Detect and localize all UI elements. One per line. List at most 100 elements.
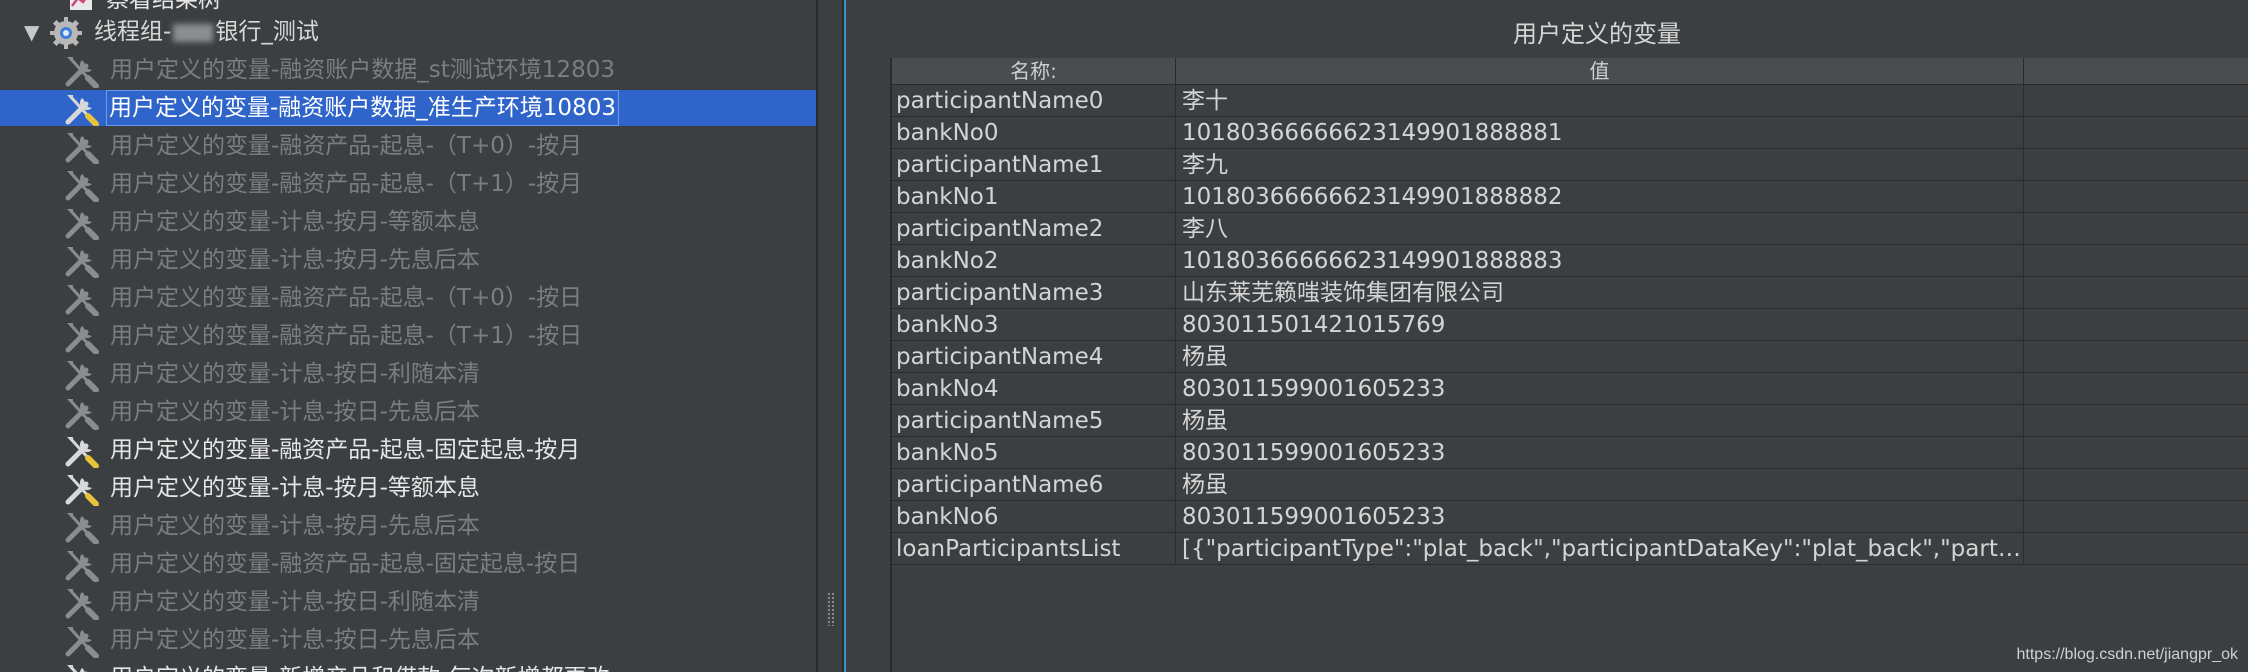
group-label-suffix: 银行_测试 bbox=[215, 19, 319, 45]
cell-extra[interactable] bbox=[2024, 309, 2248, 341]
table-row[interactable]: participantName2 李八 bbox=[892, 213, 2248, 245]
cell-extra[interactable] bbox=[2024, 213, 2248, 245]
tree-item-config[interactable]: 用户定义的变量-融资产品-起息-固定起息-按月 bbox=[0, 432, 816, 469]
cell-value[interactable]: 803011501421015769 bbox=[1176, 309, 2024, 341]
cell-extra[interactable] bbox=[2024, 501, 2248, 533]
redacted-mask bbox=[173, 23, 214, 42]
cell-extra[interactable] bbox=[2024, 533, 2248, 565]
tree-item-config[interactable]: 用户定义的变量-融资产品-起息-（T+0）-按月 bbox=[0, 128, 816, 165]
cell-name[interactable]: participantName1 bbox=[892, 149, 1176, 181]
cell-value[interactable]: 10180366666623149901888881 bbox=[1176, 117, 2024, 149]
table-row[interactable]: bankNo6 803011599001605233 bbox=[892, 501, 2248, 533]
tree-item-config[interactable]: 用户定义的变量-计息-按日-利随本清 bbox=[0, 584, 816, 621]
group-label-prefix: 线程组- bbox=[94, 19, 172, 45]
wrench-screwdriver-icon bbox=[64, 510, 100, 545]
tree-item-config[interactable]: 用户定义的变量-计息-按日-先息后本 bbox=[0, 622, 816, 659]
cell-extra[interactable] bbox=[2024, 181, 2248, 213]
drag-handle-icon[interactable] bbox=[827, 592, 835, 626]
cell-name[interactable]: bankNo0 bbox=[892, 117, 1176, 149]
table-row[interactable]: bankNo0 10180366666623149901888881 bbox=[892, 117, 2248, 149]
column-header-extra[interactable] bbox=[2024, 58, 2248, 84]
tree-item-config[interactable]: 用户定义的变量-新增产品和借款-每次新增都更改 bbox=[0, 660, 816, 672]
wrench-screwdriver-icon bbox=[64, 472, 100, 507]
cell-extra[interactable] bbox=[2024, 149, 2248, 181]
column-header-name[interactable]: 名称: bbox=[892, 58, 1176, 84]
cell-name[interactable]: bankNo6 bbox=[892, 501, 1176, 533]
cell-value[interactable]: 杨虽 bbox=[1176, 469, 2024, 501]
tree-item-config[interactable]: 用户定义的变量-计息-按日-先息后本 bbox=[0, 394, 816, 431]
cell-name[interactable]: bankNo2 bbox=[892, 245, 1176, 277]
cell-name[interactable]: participantName2 bbox=[892, 213, 1176, 245]
column-header-value[interactable]: 值 bbox=[1176, 58, 2024, 84]
tree-item-config[interactable]: 用户定义的变量-计息-按月-先息后本 bbox=[0, 508, 816, 545]
table-row[interactable]: participantName6 杨虽 bbox=[892, 469, 2248, 501]
cell-value[interactable]: 10180366666623149901888882 bbox=[1176, 181, 2024, 213]
table-row[interactable]: bankNo1 10180366666623149901888882 bbox=[892, 181, 2248, 213]
tree-item-label: 用户定义的变量-融资账户数据_准生产环境10803 bbox=[106, 90, 619, 126]
cell-name[interactable]: bankNo1 bbox=[892, 181, 1176, 213]
tree-item-config[interactable]: 用户定义的变量-融资账户数据_st测试环境12803 bbox=[0, 52, 816, 89]
test-plan-tree: 察看结果树 ▼ 线程组- 银行_测试 用户定义的变量-融资账户数据_st测试环境… bbox=[0, 0, 816, 672]
table-row[interactable]: participantName0 李十 bbox=[892, 85, 2248, 117]
cell-name[interactable]: participantName3 bbox=[892, 277, 1176, 309]
tree-item-config[interactable]: 用户定义的变量-融资产品-起息-固定起息-按日 bbox=[0, 546, 816, 583]
wrench-screwdriver-icon bbox=[64, 168, 100, 203]
cell-value[interactable]: 李八 bbox=[1176, 213, 2024, 245]
cell-extra[interactable] bbox=[2024, 373, 2248, 405]
cell-name[interactable]: bankNo4 bbox=[892, 373, 1176, 405]
cell-extra[interactable] bbox=[2024, 277, 2248, 309]
cell-extra[interactable] bbox=[2024, 341, 2248, 373]
table-row[interactable]: participantName4 杨虽 bbox=[892, 341, 2248, 373]
cell-extra[interactable] bbox=[2024, 469, 2248, 501]
tree-item-config[interactable]: 用户定义的变量-融资账户数据_准生产环境10803 bbox=[0, 90, 816, 127]
cell-extra[interactable] bbox=[2024, 245, 2248, 277]
table-row[interactable]: bankNo3 803011501421015769 bbox=[892, 309, 2248, 341]
cell-name[interactable]: participantName5 bbox=[892, 405, 1176, 437]
split-pane-divider[interactable] bbox=[816, 0, 846, 672]
table-row[interactable]: participantName5 杨虽 bbox=[892, 405, 2248, 437]
tree-item-config[interactable]: 用户定义的变量-融资产品-起息-（T+1）-按月 bbox=[0, 166, 816, 203]
wrench-screwdriver-icon bbox=[64, 396, 100, 431]
cell-extra[interactable] bbox=[2024, 85, 2248, 117]
tree-item-config[interactable]: 用户定义的变量-计息-按月-先息后本 bbox=[0, 242, 816, 279]
cell-name[interactable]: participantName6 bbox=[892, 469, 1176, 501]
tree-item-label: 用户定义的变量-融资产品-起息-（T+1）-按月 bbox=[110, 171, 583, 197]
cell-value[interactable]: 李十 bbox=[1176, 85, 2024, 117]
table-row[interactable]: loanParticipantsList [{"participantType":… bbox=[892, 533, 2248, 565]
table-row[interactable]: participantName3 山东莱芜籁嗤装饰集团有限公司 bbox=[892, 277, 2248, 309]
cell-value[interactable]: 10180366666623149901888883 bbox=[1176, 245, 2024, 277]
cell-value[interactable]: 山东莱芜籁嗤装饰集团有限公司 bbox=[1176, 277, 2024, 309]
tree-item-label: 用户定义的变量-融资产品-起息-（T+1）-按日 bbox=[110, 323, 583, 349]
cell-value[interactable]: 杨虽 bbox=[1176, 341, 2024, 373]
cell-name[interactable]: participantName0 bbox=[892, 85, 1176, 117]
tree-item-config[interactable]: 用户定义的变量-融资产品-起息-（T+1）-按日 bbox=[0, 318, 816, 355]
wrench-screwdriver-icon bbox=[64, 548, 100, 583]
tree-item-config[interactable]: 用户定义的变量-计息-按月-等额本息 bbox=[0, 470, 816, 507]
table-row[interactable]: participantName1 李九 bbox=[892, 149, 2248, 181]
table-row[interactable]: bankNo2 10180366666623149901888883 bbox=[892, 245, 2248, 277]
cell-name[interactable]: participantName4 bbox=[892, 341, 1176, 373]
wrench-screwdriver-icon bbox=[64, 624, 100, 659]
table-row[interactable]: bankNo5 803011599001605233 bbox=[892, 437, 2248, 469]
tree-item-config[interactable]: 用户定义的变量-计息-按日-利随本清 bbox=[0, 356, 816, 393]
cell-value[interactable]: 杨虽 bbox=[1176, 405, 2024, 437]
wrench-screwdriver-icon bbox=[64, 92, 100, 127]
cell-extra[interactable] bbox=[2024, 117, 2248, 149]
cell-name[interactable]: loanParticipantsList bbox=[892, 533, 1176, 565]
cell-value[interactable]: 803011599001605233 bbox=[1176, 501, 2024, 533]
cell-value[interactable]: [{"participantType":"plat_back","partici… bbox=[1176, 533, 2024, 565]
cell-value[interactable]: 李九 bbox=[1176, 149, 2024, 181]
cell-value[interactable]: 803011599001605233 bbox=[1176, 437, 2024, 469]
table-row[interactable]: bankNo4 803011599001605233 bbox=[892, 373, 2248, 405]
triangle-down-icon[interactable]: ▼ bbox=[24, 14, 39, 50]
cell-name[interactable]: bankNo5 bbox=[892, 437, 1176, 469]
cell-extra[interactable] bbox=[2024, 405, 2248, 437]
tree-item-config[interactable]: 用户定义的变量-融资产品-起息-（T+0）-按日 bbox=[0, 280, 816, 317]
tree-item-config[interactable]: 用户定义的变量-计息-按月-等额本息 bbox=[0, 204, 816, 241]
wrench-screwdriver-icon bbox=[64, 206, 100, 241]
tree-item-thread-group[interactable]: ▼ 线程组- 银行_测试 bbox=[0, 14, 816, 50]
cell-value[interactable]: 803011599001605233 bbox=[1176, 373, 2024, 405]
cell-name[interactable]: bankNo3 bbox=[892, 309, 1176, 341]
cell-extra[interactable] bbox=[2024, 437, 2248, 469]
wrench-screwdriver-icon bbox=[64, 282, 100, 317]
